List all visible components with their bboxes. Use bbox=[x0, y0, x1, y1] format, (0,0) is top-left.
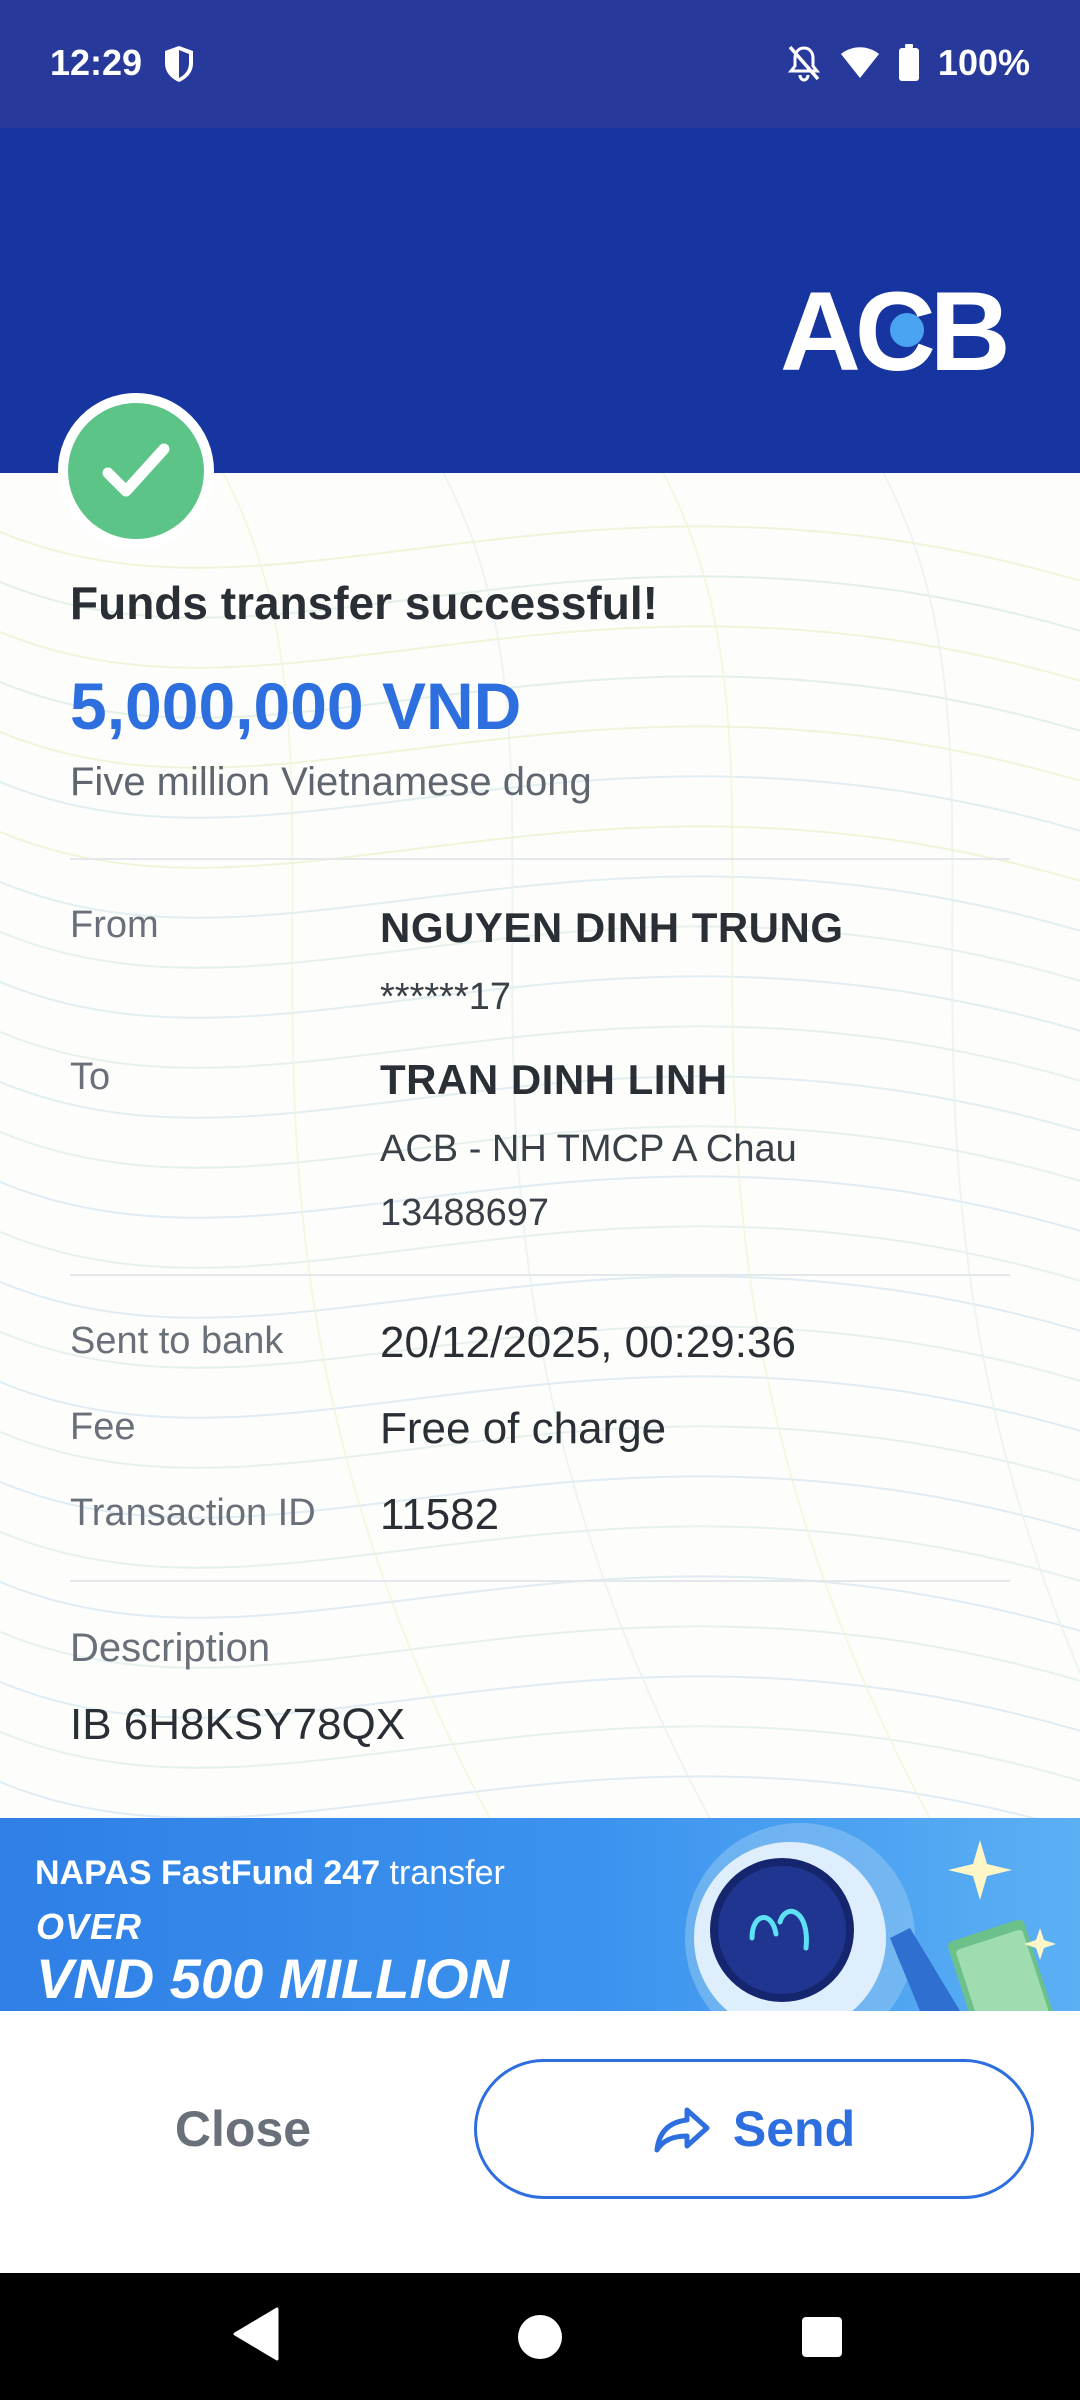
home-icon[interactable] bbox=[518, 2315, 562, 2359]
promo-banner[interactable]: NAPAS FastFund 247 transfer OVER VND 500… bbox=[0, 1818, 1080, 2011]
action-area: Close Send bbox=[0, 2011, 1080, 2273]
send-button[interactable]: Send bbox=[474, 2059, 1034, 2199]
battery-icon bbox=[898, 44, 919, 81]
battery-percent: 100% bbox=[937, 42, 1030, 83]
share-arrow-icon bbox=[654, 2107, 710, 2153]
sent-to-bank-value: 20/12/2025, 00:29:36 bbox=[380, 1318, 796, 1367]
amount-in-words: Five million Vietnamese dong bbox=[70, 760, 592, 804]
divider bbox=[70, 1580, 1010, 1582]
success-badge bbox=[58, 393, 214, 549]
back-icon[interactable] bbox=[233, 2307, 279, 2361]
wifi-icon bbox=[840, 47, 879, 78]
close-button[interactable]: Close bbox=[40, 2059, 446, 2199]
promo-over: OVER bbox=[36, 1906, 143, 1947]
fee-value: Free of charge bbox=[380, 1404, 667, 1453]
sender-name: NGUYEN DINH TRUNG bbox=[380, 904, 844, 951]
description-label: Description bbox=[70, 1626, 271, 1670]
status-time: 12:29 bbox=[50, 42, 143, 83]
sender-account: ******17 bbox=[380, 976, 511, 1018]
send-button-label: Send bbox=[732, 2101, 856, 2157]
recipient-account: 13488697 bbox=[380, 1192, 550, 1234]
recipient-name: TRAN DINH LINH bbox=[380, 1056, 728, 1103]
transaction-id-value: 11582 bbox=[380, 1490, 500, 1539]
description-value: IB 6H8KSY78QX bbox=[70, 1700, 406, 1749]
recents-icon[interactable] bbox=[802, 2317, 842, 2357]
to-label: To bbox=[70, 1056, 111, 1098]
promo-amount: VND 500 MILLION bbox=[36, 1947, 509, 2010]
notifications-off-icon bbox=[787, 45, 821, 82]
promo-mascot-illustration bbox=[685, 1823, 1056, 2011]
sent-to-bank-label: Sent to bank bbox=[70, 1320, 284, 1362]
fee-label: Fee bbox=[70, 1406, 136, 1448]
acb-logo: ACB bbox=[780, 270, 1012, 380]
transfer-amount: 5,000,000 VND bbox=[70, 669, 522, 743]
status-bar: 12:29 100% bbox=[0, 0, 1080, 128]
divider bbox=[70, 858, 1010, 860]
shield-icon bbox=[165, 46, 193, 82]
divider bbox=[70, 1274, 1010, 1276]
navigation-bar bbox=[0, 2273, 1080, 2400]
recipient-bank: ACB - NH TMCP A Chau bbox=[380, 1128, 797, 1170]
status-icons: 100% bbox=[786, 40, 1030, 86]
receipt-title: Funds transfer successful! bbox=[70, 577, 658, 629]
transaction-id-label: Transaction ID bbox=[70, 1492, 316, 1534]
from-label: From bbox=[70, 904, 159, 946]
checkmark-icon bbox=[102, 443, 170, 497]
promo-headline: NAPAS FastFund 247 transfer bbox=[35, 1854, 505, 1892]
